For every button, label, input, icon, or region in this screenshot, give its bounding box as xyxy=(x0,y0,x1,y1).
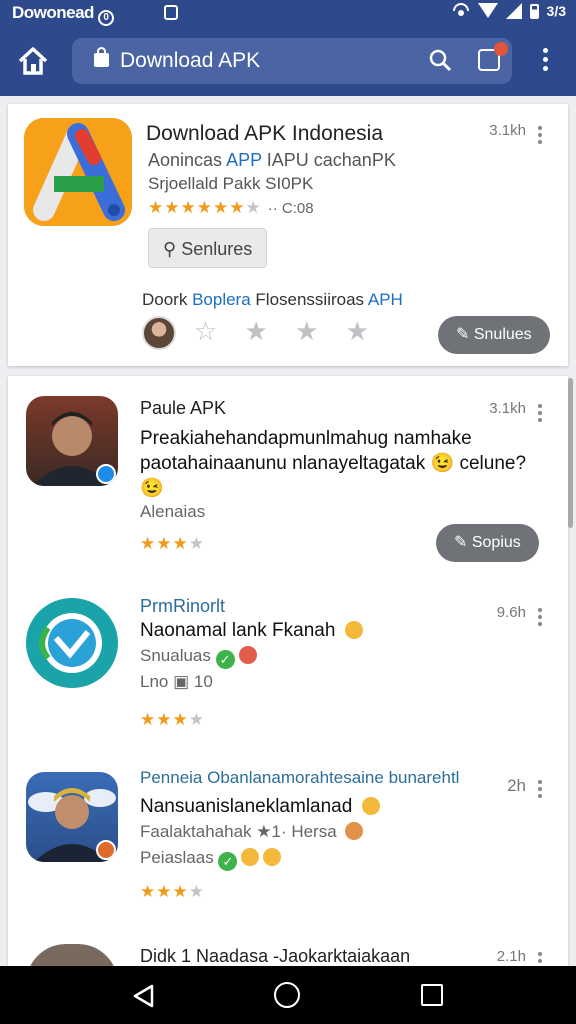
item-sub-3a: Faalaktahahak ★1· Hersa xyxy=(140,822,364,842)
app-meta: Srjoellald Pakk SI0PK xyxy=(148,174,314,193)
item-name-1[interactable]: Paule APK xyxy=(140,398,226,419)
rate-stars[interactable]: ☆ ★ ★ ★ xyxy=(194,316,379,347)
app-title[interactable]: Download APK Indonesia xyxy=(146,122,383,146)
post-time: 3.1kh xyxy=(489,122,526,139)
featured-app-card[interactable]: Download APK Indonesia Aonincas APP IAPU… xyxy=(8,104,568,366)
sopius-button[interactable]: ✎ Sopius xyxy=(436,524,539,562)
item-text-1: Preakiahehandapmunlmahug namhake paotaha… xyxy=(140,428,527,499)
status-left: Dowonead 0 xyxy=(12,3,114,26)
status-right: 3/3 xyxy=(452,3,566,19)
item-sub-2b: Lno ▣ 10 xyxy=(140,672,213,691)
emoji-icon xyxy=(344,621,363,639)
item-name-2[interactable]: PrmRinorlt xyxy=(140,596,225,617)
item-thumbnail-3[interactable] xyxy=(26,772,118,862)
app-subtitle: Aonincas APP IAPU cachanPK xyxy=(148,150,396,170)
search-icon[interactable] xyxy=(428,48,452,72)
notification-icon xyxy=(164,5,178,20)
item-sub-3b: Peiaslaas ✓ xyxy=(140,848,282,871)
rating-stars: ★★★★★★★ ·· C:08 xyxy=(148,198,314,217)
address-text: Download APK xyxy=(120,49,261,72)
app-list-card: Paule APK 3.1kh Preakiahehandapmunlmahug… xyxy=(8,376,568,984)
recents-icon[interactable] xyxy=(421,984,443,1006)
source-line: Doork Boplera Flosenssiiroas APH xyxy=(142,290,403,309)
item-text-3: Nansuanislaneklamlanad xyxy=(140,794,530,819)
item-time-3: 2h xyxy=(507,776,526,795)
more-icon[interactable] xyxy=(538,126,544,147)
senlures-chip[interactable]: ⚲ Senlures xyxy=(148,228,268,268)
app-logo xyxy=(24,118,132,226)
check-icon: ✓ xyxy=(215,650,235,669)
emoji-icon xyxy=(361,797,380,815)
check-icon: ✓ xyxy=(218,852,238,871)
emoji-icon xyxy=(345,822,364,840)
download-status-icon: 0 xyxy=(97,10,114,26)
battery-icon xyxy=(529,3,539,19)
status-bar: Dowonead 0 3/3 xyxy=(0,0,576,26)
snulues-button[interactable]: ✎ Snulues xyxy=(438,316,550,354)
cellular-icon xyxy=(505,3,522,19)
tab-count-badge xyxy=(494,42,508,56)
more-icon[interactable] xyxy=(538,608,544,629)
item-stars-2: ★★★★ xyxy=(140,710,205,729)
item-name-4[interactable]: Didk 1 Naadasa -Jaokarktaiakaan xyxy=(140,946,410,967)
item-time-4: 2.1h xyxy=(496,948,526,965)
home-nav-icon[interactable] xyxy=(274,982,300,1008)
back-icon[interactable] xyxy=(132,984,156,1008)
system-nav-bar xyxy=(0,966,576,1024)
edit-icon: ✎ xyxy=(456,326,474,343)
item-stars-1: ★★★★ xyxy=(140,534,205,553)
emoji-icon xyxy=(241,848,260,866)
home-icon[interactable] xyxy=(16,44,50,78)
item-text-2: Naonamal lank Fkanah xyxy=(140,618,530,643)
emoji-icon xyxy=(263,848,282,866)
hotspot-icon xyxy=(452,3,469,16)
item-stars-3: ★★★★ xyxy=(140,882,205,901)
emoji-icon xyxy=(238,646,257,664)
edit-icon: ✎ xyxy=(454,534,472,551)
item-sub-2a: Snualuas ✓ xyxy=(140,646,257,669)
avatar[interactable] xyxy=(142,316,176,350)
lock-icon xyxy=(94,47,109,67)
image-icon: ▣ xyxy=(173,672,190,691)
item-time-1: 3.1kh xyxy=(489,400,526,417)
more-icon[interactable] xyxy=(538,404,544,425)
scrollbar[interactable] xyxy=(568,378,573,528)
item-sub-1: Alenaias xyxy=(140,502,206,521)
address-bar[interactable]: Download APK xyxy=(72,38,512,84)
status-time: 3/3 xyxy=(546,3,566,19)
app-bar: Download APK xyxy=(0,26,576,96)
more-icon[interactable] xyxy=(538,780,544,801)
signal-icon xyxy=(477,3,498,18)
item-thumbnail-2[interactable] xyxy=(26,598,118,688)
item-name-3[interactable]: Penneia Obanlanamorahtesaine bunarehtl xyxy=(140,768,459,788)
person-icon: ⚲ xyxy=(163,239,182,259)
overflow-menu-icon[interactable] xyxy=(538,46,552,76)
item-thumbnail-1[interactable] xyxy=(26,396,118,486)
